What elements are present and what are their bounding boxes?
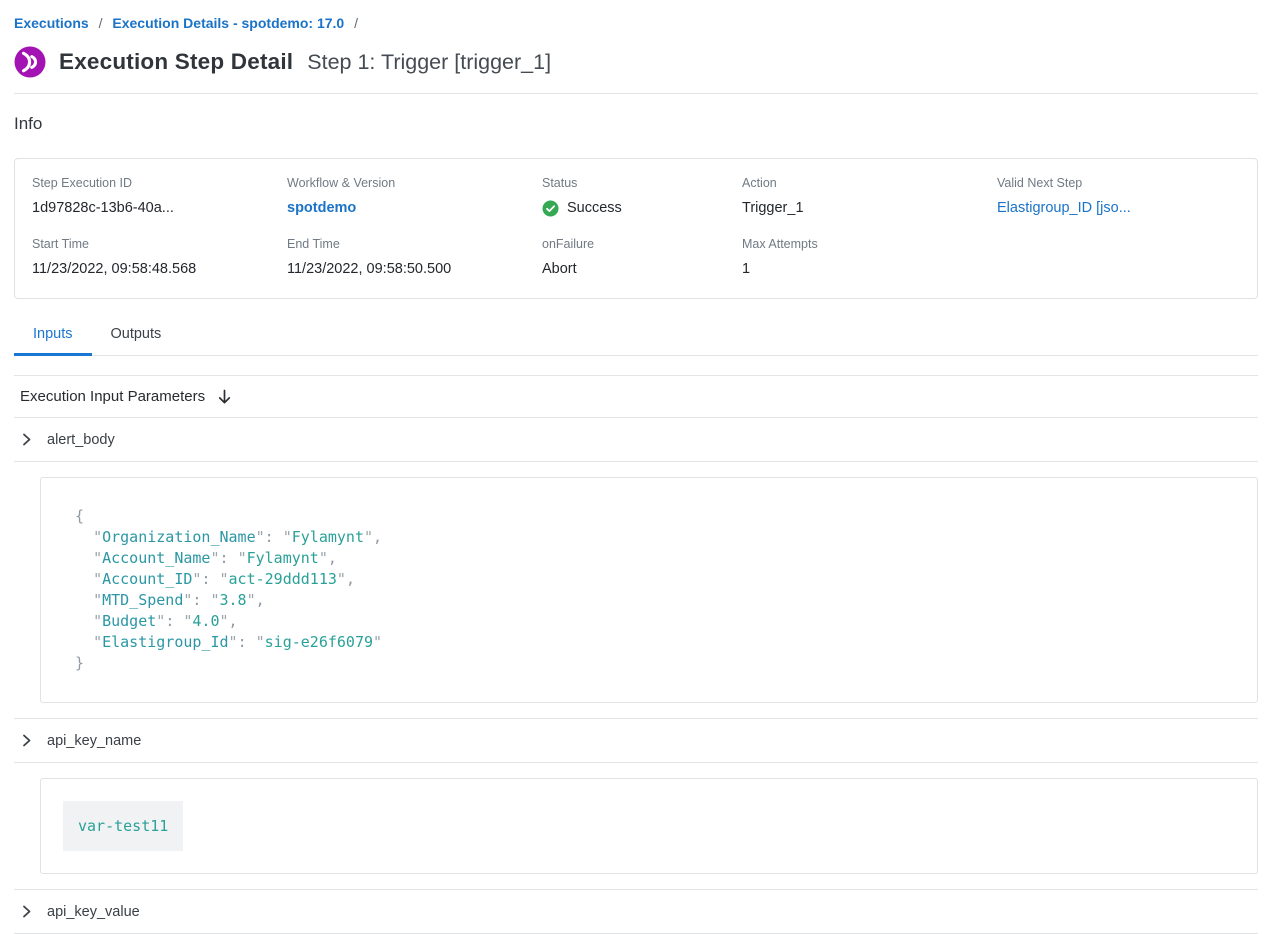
start-time-value: 11/23/2022, 09:58:48.568 xyxy=(32,261,287,278)
action-value: Trigger_1 xyxy=(742,200,997,217)
tab-inputs[interactable]: Inputs xyxy=(14,315,92,355)
param-section-api-key-value[interactable]: api_key_value xyxy=(14,890,1258,934)
status-text: Success xyxy=(567,200,622,217)
field-valid-next-step: Valid Next Step Elastigroup_ID [jso... xyxy=(997,176,1240,217)
param-section-label: api_key_name xyxy=(47,733,141,749)
field-start-time: Start Time 11/23/2022, 09:58:48.568 xyxy=(32,237,287,278)
breadcrumb: Executions / Execution Details - spotdem… xyxy=(14,0,1258,32)
execution-step-detail-page: Executions / Execution Details - spotdem… xyxy=(0,0,1272,934)
field-label: onFailure xyxy=(542,237,742,252)
step-execution-id-value: 1d97828c-13b6-40a... xyxy=(32,200,287,217)
tab-outputs[interactable]: Outputs xyxy=(92,315,181,355)
field-status: Status Success xyxy=(542,176,742,217)
arrow-down-icon[interactable] xyxy=(217,389,232,406)
field-label: Action xyxy=(742,176,997,191)
field-label: Valid Next Step xyxy=(997,176,1240,191)
valid-next-step-link[interactable]: Elastigroup_ID [jso... xyxy=(997,200,1240,217)
chevron-right-icon xyxy=(21,904,32,919)
max-attempts-value: 1 xyxy=(742,261,997,278)
field-max-attempts: Max Attempts 1 xyxy=(742,237,997,278)
on-failure-value: Abort xyxy=(542,261,742,278)
breadcrumb-link-execution-details[interactable]: Execution Details - spotdemo: 17.0 xyxy=(112,15,344,31)
field-label: End Time xyxy=(287,237,542,252)
param-section-api-key-name[interactable]: api_key_name xyxy=(14,719,1258,763)
alert-body-json-code: { "Organization_Name": "Fylamynt", "Acco… xyxy=(75,506,1223,674)
end-time-value: 11/23/2022, 09:58:50.500 xyxy=(287,261,542,278)
workflow-version-link[interactable]: spotdemo xyxy=(287,200,542,217)
info-grid: Step Execution ID 1d97828c-13b6-40a... W… xyxy=(32,176,1240,278)
field-workflow-version: Workflow & Version spotdemo xyxy=(287,176,542,217)
api-key-name-content: var-test11 xyxy=(14,763,1258,890)
tab-bar: Inputs Outputs xyxy=(14,315,1258,356)
check-circle-icon xyxy=(542,200,559,217)
chevron-right-icon xyxy=(21,432,32,447)
fylamynt-logo-icon xyxy=(14,46,46,78)
api-key-name-card: var-test11 xyxy=(40,778,1258,874)
field-label: Step Execution ID xyxy=(32,176,287,191)
field-step-execution-id: Step Execution ID 1d97828c-13b6-40a... xyxy=(32,176,287,217)
param-section-label: alert_body xyxy=(47,432,115,448)
chevron-right-icon xyxy=(21,733,32,748)
param-section-label: api_key_value xyxy=(47,904,140,920)
page-header: Execution Step Detail Step 1: Trigger [t… xyxy=(14,46,1258,78)
field-label: Start Time xyxy=(32,237,287,252)
field-on-failure: onFailure Abort xyxy=(542,237,742,278)
alert-body-content: { "Organization_Name": "Fylamynt", "Acco… xyxy=(14,462,1258,719)
info-card: Step Execution ID 1d97828c-13b6-40a... W… xyxy=(14,158,1258,299)
execution-input-parameters-header: Execution Input Parameters xyxy=(14,375,1258,418)
field-end-time: End Time 11/23/2022, 09:58:50.500 xyxy=(287,237,542,278)
field-label: Max Attempts xyxy=(742,237,997,252)
api-key-name-value: var-test11 xyxy=(63,801,183,851)
breadcrumb-separator: / xyxy=(99,15,103,31)
page-subtitle: Step 1: Trigger [trigger_1] xyxy=(307,50,551,75)
status-value: Success xyxy=(542,200,742,217)
field-action: Action Trigger_1 xyxy=(742,176,997,217)
breadcrumb-link-executions[interactable]: Executions xyxy=(14,15,89,31)
breadcrumb-separator: / xyxy=(354,15,358,31)
params-heading: Execution Input Parameters xyxy=(20,388,205,405)
info-section-heading: Info xyxy=(14,94,1258,134)
field-label: Workflow & Version xyxy=(287,176,542,191)
field-label: Status xyxy=(542,176,742,191)
alert-body-json-card: { "Organization_Name": "Fylamynt", "Acco… xyxy=(40,477,1258,703)
page-title: Execution Step Detail xyxy=(59,49,293,75)
param-section-alert-body[interactable]: alert_body xyxy=(14,418,1258,462)
